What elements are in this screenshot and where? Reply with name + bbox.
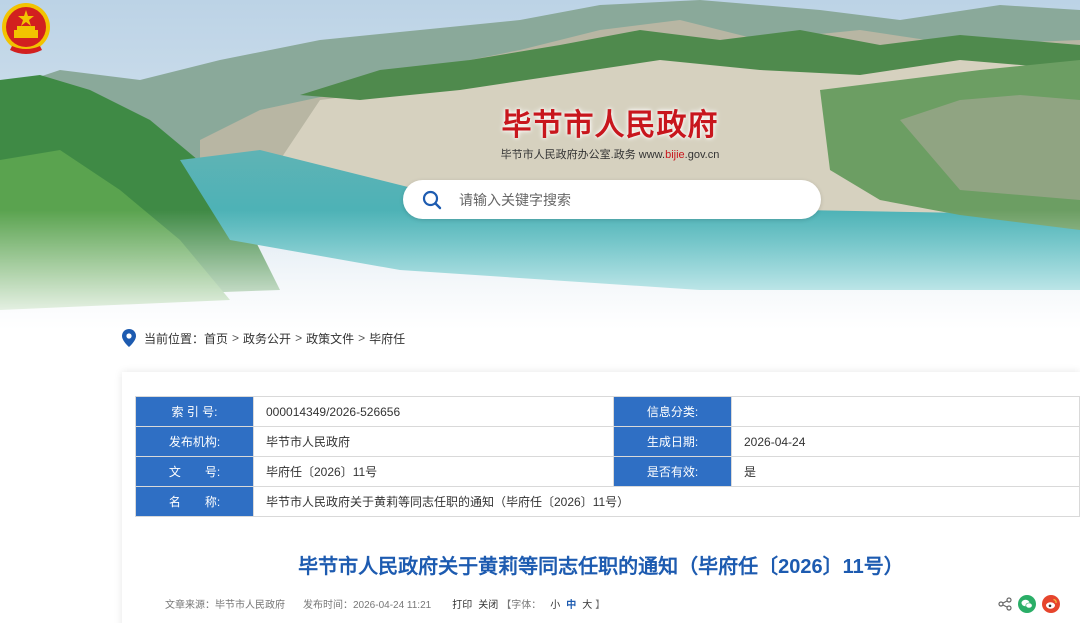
docno-label: 文 号: [135, 456, 254, 487]
font-size-label-close: 】 [595, 600, 606, 611]
font-small-button[interactable]: 小 [550, 596, 560, 611]
header-banner: 毕节市人民政府 毕节市人民政府办公室.政务 www.bijie.gov.cn [0, 0, 1080, 330]
table-row: 文 号: 毕府任〔2026〕11号 是否有效: 是 [135, 456, 1080, 487]
search-icon[interactable] [421, 189, 443, 211]
search-bar[interactable] [403, 180, 821, 219]
breadcrumb: 当前位置： 首页 > 政务公开 > 政策文件 > 毕府任 [122, 328, 405, 348]
table-row: 索 引 号: 000014349/2026-526656 信息分类: [135, 396, 1080, 427]
date-value: 2026-04-24 [731, 426, 1080, 457]
site-sub-domain: bijie [665, 149, 685, 161]
date-label: 生成日期: [613, 426, 732, 457]
site-sub-suffix: .gov.cn [684, 149, 720, 161]
index-value: 000014349/2026-526656 [253, 396, 614, 427]
publisher-label: 发布机构: [135, 426, 254, 457]
article-meta: 文章来源：毕节市人民政府 发布时间：2026-04-24 11:21 打印 关闭… [165, 596, 611, 611]
breadcrumb-separator: > [358, 331, 366, 345]
index-label: 索 引 号: [135, 396, 254, 427]
wechat-icon[interactable] [1018, 595, 1036, 613]
publisher-value: 毕节市人民政府 [253, 426, 614, 457]
weibo-icon[interactable] [1042, 595, 1060, 613]
location-pin-icon [122, 329, 136, 347]
print-button[interactable]: 打印 [452, 596, 472, 611]
close-button[interactable]: 关闭 [478, 596, 498, 611]
document-info-table: 索 引 号: 000014349/2026-526656 信息分类: 发布机构:… [135, 396, 1080, 517]
share-bar [992, 595, 1060, 613]
article-source: 文章来源：毕节市人民政府 [165, 600, 285, 611]
docno-value: 毕府任〔2026〕11号 [253, 456, 614, 487]
landscape-background [0, 0, 1080, 330]
article-title: 毕节市人民政府关于黄莉等同志任职的通知（毕府任〔2026〕11号） [298, 556, 904, 578]
font-medium-button[interactable]: 中 [566, 596, 576, 611]
valid-value: 是 [731, 456, 1080, 487]
site-sub-prefix: 毕节市人民政府办公室.政务 www. [500, 149, 666, 161]
national-emblem-icon [2, 3, 50, 54]
breadcrumb-home[interactable]: 首页 [204, 330, 228, 347]
article-publish-time: 发布时间：2026-04-24 11:21 [303, 600, 432, 611]
breadcrumb-label: 当前位置： [144, 331, 205, 346]
name-value: 毕节市人民政府关于黄莉等同志任职的通知（毕府任〔2026〕11号） [253, 486, 1080, 517]
breadcrumb-bifuren[interactable]: 毕府任 [369, 330, 405, 347]
valid-label: 是否有效: [613, 456, 732, 487]
category-value [731, 396, 1080, 427]
name-label: 名 称: [135, 486, 254, 517]
category-label: 信息分类: [613, 396, 732, 427]
breadcrumb-gov-affairs[interactable]: 政务公开 [243, 330, 291, 347]
site-subtitle: 毕节市人民政府办公室.政务 www.bijie.gov.cn [460, 146, 760, 162]
site-title[interactable]: 毕节市人民政府 [480, 100, 740, 144]
table-row: 名 称: 毕节市人民政府关于黄莉等同志任职的通知（毕府任〔2026〕11号） [135, 486, 1080, 517]
share-icon[interactable] [998, 597, 1012, 611]
content-card: 索 引 号: 000014349/2026-526656 信息分类: 发布机构:… [122, 372, 1080, 623]
search-input[interactable] [459, 188, 799, 212]
breadcrumb-separator: > [232, 331, 240, 345]
table-row: 发布机构: 毕节市人民政府 生成日期: 2026-04-24 [135, 426, 1080, 457]
font-size-label-open: 【字体： [501, 600, 542, 611]
breadcrumb-separator: > [295, 331, 303, 345]
breadcrumb-policy-docs[interactable]: 政策文件 [306, 330, 354, 347]
font-large-button[interactable]: 大 [582, 596, 592, 611]
